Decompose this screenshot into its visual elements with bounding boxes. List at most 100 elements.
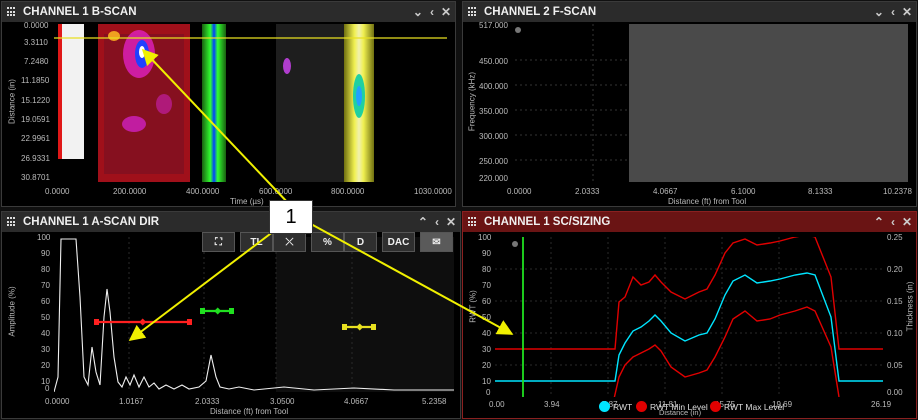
bscan-xlabel: Time (µs) bbox=[230, 197, 264, 206]
x-tick: 1.0167 bbox=[119, 397, 144, 406]
chevron-up-icon[interactable]: ⌃ bbox=[874, 215, 884, 229]
d-button[interactable]: D bbox=[344, 232, 377, 252]
legend-dot bbox=[599, 401, 610, 412]
sizing-header[interactable]: CHANNEL 1 SC/SIZING ⌃ ‹ ✕ bbox=[463, 212, 916, 232]
ascan-plot[interactable] bbox=[54, 237, 454, 392]
bscan-header[interactable]: CHANNEL 1 B-SCAN ⌄ ‹ ✕ bbox=[2, 2, 455, 22]
y-tick: 60 bbox=[482, 297, 491, 306]
x-tick: 3.0500 bbox=[270, 397, 295, 406]
y-tick: 20 bbox=[41, 361, 50, 370]
x-tick: 4.0667 bbox=[653, 187, 678, 196]
x-tick: 1030.0000 bbox=[414, 187, 452, 196]
y-tick: 50 bbox=[482, 313, 491, 322]
chevron-up-icon[interactable]: ⌃ bbox=[418, 215, 428, 229]
y-tick: 15.1220 bbox=[21, 96, 50, 105]
y-tick: 50 bbox=[41, 313, 50, 322]
chevron-down-icon[interactable]: ⌄ bbox=[413, 5, 423, 19]
x-tick: 4.0667 bbox=[344, 397, 369, 406]
sizing-plot[interactable] bbox=[495, 237, 883, 397]
ascan-header[interactable]: CHANNEL 1 A-SCAN DIR ⌃ ‹ ✕ bbox=[2, 212, 460, 232]
y-tick: 70 bbox=[482, 281, 491, 290]
y-tick: 11.1850 bbox=[21, 76, 50, 85]
chevron-left-icon[interactable]: ‹ bbox=[891, 5, 895, 19]
y-tick: 30.8701 bbox=[21, 173, 50, 182]
y-tick: 80 bbox=[41, 265, 50, 274]
x-tick: 2.0333 bbox=[195, 397, 220, 406]
close-icon[interactable]: ✕ bbox=[441, 5, 451, 19]
bscan-title: CHANNEL 1 B-SCAN bbox=[23, 6, 137, 18]
x-tick: 3.94 bbox=[544, 400, 560, 409]
fscan-data-region bbox=[629, 24, 908, 182]
ascan-xlabel: Distance (ft) from Tool bbox=[210, 407, 289, 416]
fscan-plot[interactable] bbox=[515, 24, 908, 182]
y-tick: 0 bbox=[486, 388, 491, 397]
legend-dot bbox=[636, 401, 647, 412]
x-tick: 200.0000 bbox=[113, 187, 147, 196]
fullscreen-button[interactable]: ⛶ bbox=[202, 232, 235, 252]
y-tick: 350.000 bbox=[479, 107, 508, 116]
link-off-icon: ⤫ bbox=[285, 236, 294, 248]
fscan-header[interactable]: CHANNEL 2 F-SCAN ⌄ ‹ ✕ bbox=[463, 2, 916, 22]
close-icon[interactable]: ✕ bbox=[446, 215, 456, 229]
y-tick-right: 0.10 bbox=[887, 329, 903, 338]
sizing-ylabel-left: RWT (%) bbox=[468, 290, 478, 323]
close-icon[interactable]: ✕ bbox=[902, 5, 912, 19]
x-tick: 5.2358 bbox=[422, 397, 447, 406]
x-tick: 600.0000 bbox=[259, 187, 293, 196]
y-tick: 517.000 bbox=[479, 21, 508, 30]
y-tick: 0.0000 bbox=[24, 21, 49, 30]
chevron-left-icon[interactable]: ‹ bbox=[435, 215, 439, 229]
chevron-left-icon[interactable]: ‹ bbox=[891, 215, 895, 229]
x-tick: 6.1000 bbox=[731, 187, 756, 196]
bscan-ylabel: Distance (in) bbox=[7, 79, 17, 124]
chevron-left-icon[interactable]: ‹ bbox=[430, 5, 434, 19]
x-tick: 400.0000 bbox=[186, 187, 220, 196]
y-tick: 26.9331 bbox=[21, 154, 50, 163]
y-tick: 90 bbox=[482, 249, 491, 258]
close-icon[interactable]: ✕ bbox=[902, 215, 912, 229]
x-tick: 0.0000 bbox=[45, 397, 70, 406]
x-tick: 26.19 bbox=[871, 400, 892, 409]
grip-icon[interactable] bbox=[468, 217, 478, 227]
y-tick: 30 bbox=[482, 345, 491, 354]
y-tick: 100 bbox=[37, 233, 51, 242]
y-tick: 400.000 bbox=[479, 82, 508, 91]
y-tick: 7.2480 bbox=[24, 57, 49, 66]
grip-icon[interactable] bbox=[7, 217, 17, 227]
grip-icon[interactable] bbox=[7, 7, 17, 17]
ascan-ylabel: Amplitude (%) bbox=[7, 286, 17, 337]
x-tick: 0.0000 bbox=[45, 187, 70, 196]
y-tick: 40 bbox=[41, 329, 50, 338]
link-toggle-button[interactable]: ⤫ bbox=[273, 232, 306, 252]
y-tick: 10 bbox=[482, 377, 491, 386]
legend-rwt-max: RWT Max Level bbox=[710, 401, 784, 412]
y-tick: 19.0591 bbox=[21, 115, 50, 124]
y-tick: 60 bbox=[41, 297, 50, 306]
bscan-panel: CHANNEL 1 B-SCAN ⌄ ‹ ✕ 0.0000 3.3110 7.2… bbox=[1, 1, 456, 207]
y-tick: 250.000 bbox=[479, 157, 508, 166]
y-tick-right: 0.25 bbox=[887, 233, 903, 242]
fscan-ylabel: Frequency (kHz) bbox=[467, 71, 477, 132]
y-tick-right: 0.05 bbox=[887, 361, 903, 370]
y-tick: 300.000 bbox=[479, 132, 508, 141]
percent-button[interactable]: % bbox=[311, 232, 344, 252]
legend-label: RWT Min Level bbox=[650, 401, 708, 412]
y-tick: 220.000 bbox=[479, 174, 508, 183]
y-tick: 80 bbox=[482, 265, 491, 274]
dac-button[interactable]: DAC bbox=[382, 232, 415, 252]
fscan-panel: CHANNEL 2 F-SCAN ⌄ ‹ ✕ 517.000 450.000 4… bbox=[462, 1, 917, 207]
legend-dot bbox=[710, 401, 721, 412]
y-tick: 90 bbox=[41, 249, 50, 258]
y-tick: 40 bbox=[482, 329, 491, 338]
x-tick: 0.00 bbox=[489, 400, 505, 409]
y-tick: 30 bbox=[41, 345, 50, 354]
bscan-plot[interactable] bbox=[54, 24, 447, 182]
y-tick: 70 bbox=[41, 281, 50, 290]
legend-label: RWT bbox=[613, 401, 633, 412]
chevron-down-icon[interactable]: ⌄ bbox=[874, 5, 884, 19]
bscan-grey-band bbox=[276, 24, 346, 182]
tl-button[interactable]: TL bbox=[240, 232, 273, 252]
x-tick: 8.1333 bbox=[808, 187, 833, 196]
grip-icon[interactable] bbox=[468, 7, 478, 17]
mail-button[interactable]: ✉ bbox=[420, 232, 453, 252]
